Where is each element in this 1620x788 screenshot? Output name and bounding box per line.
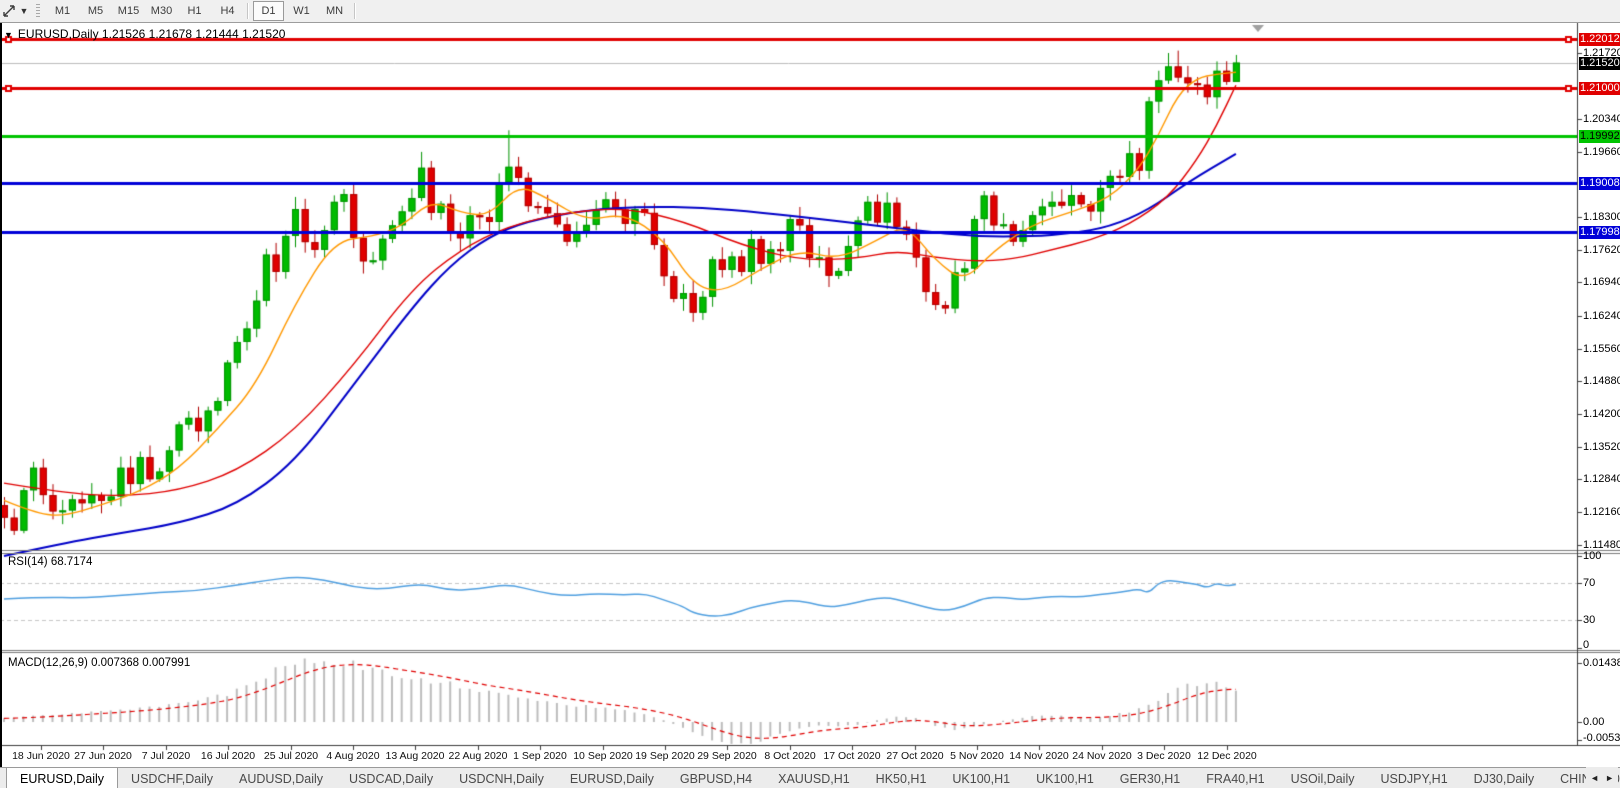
chart-tab-uk100-h1[interactable]: UK100,H1 xyxy=(939,768,1023,788)
date-tick-label: 24 Nov 2020 xyxy=(1072,750,1132,762)
timeframe-button-m5[interactable]: M5 xyxy=(80,1,111,21)
date-tick-label: 5 Nov 2020 xyxy=(950,750,1004,762)
date-tick-label: 13 Aug 2020 xyxy=(386,750,445,762)
timeframe-buttons: M1M5M15M30H1H4 D1W1MN xyxy=(46,1,359,21)
timeframe-toolbar: ▼ M1M5M15M30H1H4 D1W1MN xyxy=(0,0,1620,23)
date-tick-label: 10 Sep 2020 xyxy=(573,750,633,762)
chart-tab-dj30-daily[interactable]: DJ30,Daily xyxy=(1461,768,1547,788)
date-tick-label: 18 Jun 2020 xyxy=(12,750,70,762)
level-price-label[interactable]: 1.22012 xyxy=(1579,33,1620,46)
date-tick-label: 27 Oct 2020 xyxy=(886,750,943,762)
chart-tab-usdcnh-daily[interactable]: USDCNH,Daily xyxy=(446,768,557,788)
price-tick-label: 1.20340 xyxy=(1583,113,1620,125)
rsi-tick-label: 0 xyxy=(1583,639,1589,651)
date-tick-label: 25 Jul 2020 xyxy=(264,750,318,762)
macd-tick-label: 0.014384 xyxy=(1583,657,1620,669)
date-tick-label: 14 Nov 2020 xyxy=(1009,750,1069,762)
toolbar-separator xyxy=(354,3,356,19)
price-tick-label: 1.13520 xyxy=(1583,441,1620,453)
date-tick-label: 29 Sep 2020 xyxy=(697,750,757,762)
timeframe-button-d1[interactable]: D1 xyxy=(253,1,284,21)
price-tick-label: 1.18300 xyxy=(1583,211,1620,223)
date-tick-label: 7 Jul 2020 xyxy=(142,750,190,762)
rsi-tick-label: 30 xyxy=(1583,614,1595,626)
timeframe-button-mn[interactable]: MN xyxy=(319,1,350,21)
timeframe-button-h4[interactable]: H4 xyxy=(212,1,243,21)
chart-tab-usdjpy-h1[interactable]: USDJPY,H1 xyxy=(1368,768,1461,788)
chart-tab-gbpusd-h4[interactable]: GBPUSD,H4 xyxy=(667,768,765,788)
price-tick-label: 1.16240 xyxy=(1583,310,1620,322)
price-tick-label: 1.12160 xyxy=(1583,506,1620,518)
price-tick-label: 1.15560 xyxy=(1583,343,1620,355)
date-tick-label: 8 Oct 2020 xyxy=(764,750,815,762)
level-price-label[interactable]: 1.19008 xyxy=(1579,177,1620,190)
window-left-border xyxy=(0,22,2,788)
price-tick-label: 1.14880 xyxy=(1583,375,1620,387)
rsi-label: RSI(14) 68.7174 xyxy=(8,556,92,568)
chart-tab-eurusd-daily[interactable]: EURUSD,Daily xyxy=(6,768,118,788)
price-tick-label: 1.19660 xyxy=(1583,146,1620,158)
chart-tab-audusd-daily[interactable]: AUDUSD,Daily xyxy=(226,768,336,788)
timeframe-button-w1[interactable]: W1 xyxy=(286,1,317,21)
chart-title: ▼ EURUSD,Daily 1.21526 1.21678 1.21444 1.… xyxy=(4,27,285,41)
date-tick-label: 27 Jun 2020 xyxy=(74,750,132,762)
timeframe-button-m1[interactable]: M1 xyxy=(47,1,78,21)
level-price-label[interactable]: 1.19992 xyxy=(1579,130,1620,143)
chart-tab-hk50-h1[interactable]: HK50,H1 xyxy=(863,768,940,788)
rsi-tick-label: 70 xyxy=(1583,577,1595,589)
date-tick-label: 22 Aug 2020 xyxy=(449,750,508,762)
level-price-label[interactable]: 1.17998 xyxy=(1579,226,1620,239)
chart-tab-bar: EURUSD,DailyUSDCHF,DailyAUDUSD,DailyUSDC… xyxy=(0,767,1620,788)
tool-dropdown-caret-icon[interactable]: ▼ xyxy=(18,6,30,16)
date-tick-label: 3 Dec 2020 xyxy=(1137,750,1191,762)
timeframe-button-h1[interactable]: H1 xyxy=(179,1,210,21)
chart-tab-usdcad-daily[interactable]: USDCAD,Daily xyxy=(336,768,446,788)
toolbar-separator xyxy=(247,3,249,19)
level-price-label[interactable]: 1.21000 xyxy=(1579,82,1620,95)
macd-tick-label: 0.00 xyxy=(1583,716,1604,728)
price-tick-label: 1.16940 xyxy=(1583,276,1620,288)
chart-tab-usoil-daily[interactable]: USOil,Daily xyxy=(1278,768,1368,788)
price-tick-label: 1.17620 xyxy=(1583,244,1620,256)
chart-title-text: EURUSD,Daily 1.21526 1.21678 1.21444 1.2… xyxy=(18,27,286,41)
chart-tab-usdchf-daily[interactable]: USDCHF,Daily xyxy=(118,768,226,788)
date-tick-label: 19 Sep 2020 xyxy=(635,750,695,762)
rsi-tick-label: 100 xyxy=(1583,550,1601,562)
price-tick-label: 1.14200 xyxy=(1583,408,1620,420)
chart-tab-ger30-h1[interactable]: GER30,H1 xyxy=(1107,768,1193,788)
date-tick-label: 17 Oct 2020 xyxy=(823,750,880,762)
toolbar-grip[interactable] xyxy=(36,4,40,18)
date-tick-label: 12 Dec 2020 xyxy=(1197,750,1257,762)
chart-tab-eurusd-daily[interactable]: EURUSD,Daily xyxy=(557,768,667,788)
timeframe-button-m15[interactable]: M15 xyxy=(113,1,144,21)
symbol-menu-arrow-icon[interactable]: ▼ xyxy=(4,30,13,40)
chart-tab-fra40-h1[interactable]: FRA40,H1 xyxy=(1193,768,1277,788)
date-tick-label: 16 Jul 2020 xyxy=(201,750,255,762)
tab-scroll-right-icon[interactable]: ► xyxy=(1605,773,1614,783)
chart-canvas[interactable] xyxy=(0,0,1620,788)
crosshair-tool-icon[interactable] xyxy=(0,3,18,19)
chart-tab-xauusd-h1[interactable]: XAUUSD,H1 xyxy=(765,768,863,788)
date-tick-label: 4 Aug 2020 xyxy=(326,750,379,762)
price-tick-label: 1.12840 xyxy=(1583,473,1620,485)
macd-tick-label: -0.005396 xyxy=(1583,732,1620,744)
mt4-window: ▼ M1M5M15M30H1H4 D1W1MN ▼ EURUSD,Daily 1.2… xyxy=(0,0,1620,788)
chart-tab-uk100-h1[interactable]: UK100,H1 xyxy=(1023,768,1107,788)
macd-label: MACD(12,26,9) 0.007368 0.007991 xyxy=(8,657,190,669)
tab-scroll-arrows: ◄► xyxy=(1586,767,1618,788)
timeframe-button-m30[interactable]: M30 xyxy=(146,1,177,21)
tab-scroll-left-icon[interactable]: ◄ xyxy=(1590,773,1599,783)
current-price-label: 1.21520 xyxy=(1579,57,1620,70)
date-tick-label: 1 Sep 2020 xyxy=(513,750,567,762)
